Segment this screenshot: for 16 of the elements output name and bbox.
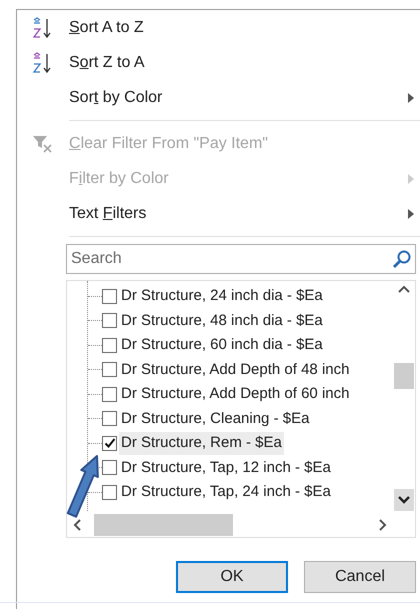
menu-item[interactable]: Sort by Color <box>17 80 420 115</box>
list-item[interactable]: Dr Structure, 48 inch dia - $Ea <box>119 310 325 332</box>
list-item[interactable]: Dr Structure, Cleaning - $Ea <box>119 408 312 430</box>
dialog-button[interactable]: Cancel <box>304 561 416 593</box>
list-item[interactable]: Dr Structure, Tap, 24 inch - $Ea <box>119 481 333 504</box>
list-item[interactable]: Dr Structure, 60 inch dia - $Ea <box>119 334 325 356</box>
dialog-button[interactable]: OK <box>176 561 288 593</box>
menu-item[interactable]: Sort Z to A <box>17 45 420 80</box>
list-item[interactable]: Dr Structure, Add Depth of 60 inch <box>119 383 352 406</box>
menu-item[interactable]: Text Filters <box>17 196 420 231</box>
list-item[interactable]: Dr Structure, Tap, 12 inch - $Ea <box>119 456 333 479</box>
list-item[interactable]: Dr Structure, 24 inch dia - $Ea <box>119 285 325 308</box>
menu-item[interactable]: Sort A to Z <box>17 10 420 45</box>
list-item[interactable]: Dr Structure, Rem - $Ea <box>119 432 284 454</box>
list-item[interactable]: Dr Structure, Add Depth of 48 inch <box>119 358 352 381</box>
search-field[interactable]: Search <box>66 244 416 274</box>
